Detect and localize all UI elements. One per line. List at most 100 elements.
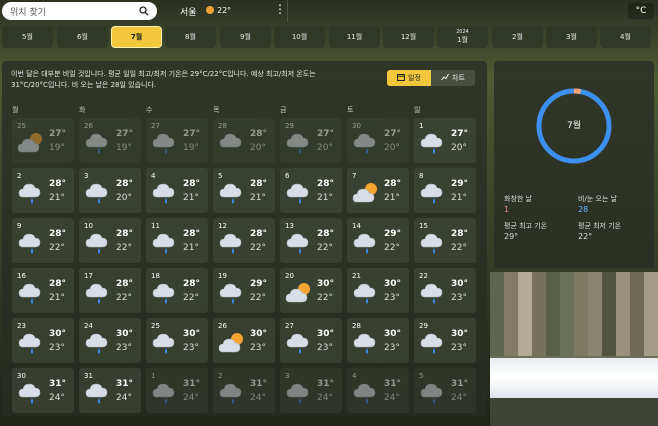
day-cell[interactable]: 4 31° 24°: [347, 368, 409, 413]
rain-icon: [16, 229, 44, 255]
day-cell[interactable]: 21 30° 23°: [347, 268, 409, 313]
tab-month-1[interactable]: 5월: [2, 26, 53, 48]
rain-icon: [150, 279, 178, 305]
search-box[interactable]: 위치 찾기: [2, 2, 157, 20]
day-cell[interactable]: 23 30° 23°: [12, 318, 74, 363]
day-cell[interactable]: 1 27° 20°: [414, 118, 476, 163]
low-temp: 23°: [250, 343, 266, 353]
low-temp: 22°: [451, 243, 467, 253]
high-temp: 31°: [49, 379, 67, 389]
mosaic-block: [630, 272, 644, 286]
day-cell[interactable]: 28 28° 20°: [213, 118, 275, 163]
day-cell[interactable]: 8 29° 21°: [414, 168, 476, 213]
low-temp: 21°: [451, 193, 467, 203]
mosaic-block: [616, 314, 630, 328]
chart-view-button[interactable]: 차트: [431, 70, 475, 86]
mosaic-block: [504, 272, 518, 286]
rain-icon: [83, 179, 111, 205]
rain-icon: [16, 179, 44, 205]
high-temp: 31°: [317, 379, 335, 389]
tab-label: 5월: [22, 33, 33, 41]
day-cell[interactable]: 27 30° 23°: [280, 318, 342, 363]
day-cell[interactable]: 2 28° 21°: [12, 168, 74, 213]
day-cell[interactable]: 1 31° 24°: [146, 368, 208, 413]
more-options-icon[interactable]: ⋮: [274, 3, 286, 15]
mosaic-block: [546, 342, 560, 356]
day-cell[interactable]: 30 31° 24°: [12, 368, 74, 413]
day-cell[interactable]: 2 31° 24°: [213, 368, 275, 413]
day-cell[interactable]: 9 28° 22°: [12, 218, 74, 263]
day-cell[interactable]: 24 30° 23°: [79, 318, 141, 363]
tab-month-7[interactable]: 11월: [329, 26, 380, 48]
tab-month-8[interactable]: 12월: [383, 26, 434, 48]
tab-label: 7월: [130, 33, 143, 41]
low-temp: 22°: [384, 243, 400, 253]
day-cell[interactable]: 22 30° 23°: [414, 268, 476, 313]
tab-month-3[interactable]: 7월: [111, 26, 162, 48]
tab-month-9[interactable]: 2024 1월: [437, 26, 488, 48]
low-temp: 24°: [451, 393, 467, 403]
chart-icon: [441, 73, 449, 83]
day-cell[interactable]: 25 27° 19°: [12, 118, 74, 163]
day-cell[interactable]: 7 28° 21°: [347, 168, 409, 213]
high-temp: 30°: [183, 329, 201, 339]
day-cell[interactable]: 13 28° 22°: [280, 218, 342, 263]
mosaic-block: [560, 314, 574, 328]
tab-month-6[interactable]: 10월: [274, 26, 325, 48]
day-cell[interactable]: 11 28° 21°: [146, 218, 208, 263]
day-cell[interactable]: 30 27° 20°: [347, 118, 409, 163]
calendar-view-button[interactable]: 일정: [387, 70, 431, 86]
day-cell[interactable]: 18 28° 22°: [146, 268, 208, 313]
tab-month-5[interactable]: 9월: [220, 26, 271, 48]
stat-value: 1: [504, 205, 510, 214]
day-cell[interactable]: 28 30° 23°: [347, 318, 409, 363]
day-cell[interactable]: 27 27° 19°: [146, 118, 208, 163]
day-cell[interactable]: 16 28° 21°: [12, 268, 74, 313]
unit-toggle-button[interactable]: °C: [628, 3, 654, 19]
day-cell[interactable]: 29 27° 20°: [280, 118, 342, 163]
mosaic-block: [504, 286, 518, 300]
day-cell[interactable]: 20 30° 22°: [280, 268, 342, 313]
day-cell[interactable]: 14 29° 22°: [347, 218, 409, 263]
location-city[interactable]: 서울: [180, 5, 197, 18]
tab-month-2[interactable]: 6월: [57, 26, 108, 48]
day-cell[interactable]: 6 28° 21°: [280, 168, 342, 213]
day-cell[interactable]: 25 30° 23°: [146, 318, 208, 363]
rain-icon: [217, 229, 245, 255]
mosaic-block: [546, 314, 560, 328]
tab-month-10[interactable]: 2월: [492, 26, 543, 48]
search-icon[interactable]: [139, 6, 149, 16]
day-cell[interactable]: 12 28° 22°: [213, 218, 275, 263]
mosaic-block: [504, 328, 518, 342]
avg-low-stat: 평균 최저 기온 22°: [578, 221, 621, 241]
day-cell[interactable]: 17 28° 22°: [79, 268, 141, 313]
high-temp: 29°: [250, 279, 268, 289]
high-temp: 28°: [451, 229, 469, 239]
day-cell[interactable]: 3 28° 20°: [79, 168, 141, 213]
mosaic-block: [518, 314, 532, 328]
low-temp: 24°: [116, 393, 132, 403]
high-temp: 28°: [317, 179, 335, 189]
tab-month-12[interactable]: 4월: [600, 26, 651, 48]
day-cell[interactable]: 29 30° 23°: [414, 318, 476, 363]
day-cell[interactable]: 26 30° 23°: [213, 318, 275, 363]
tab-label: 11월: [346, 33, 363, 41]
high-temp: 28°: [183, 279, 201, 289]
tab-month-11[interactable]: 3월: [546, 26, 597, 48]
day-cell[interactable]: 15 28° 22°: [414, 218, 476, 263]
high-temp: 27°: [49, 129, 67, 139]
tab-month-4[interactable]: 8월: [165, 26, 216, 48]
search-input[interactable]: 위치 찾기: [10, 5, 139, 18]
day-cell[interactable]: 4 28° 21°: [146, 168, 208, 213]
low-temp: 24°: [384, 393, 400, 403]
pixelated-video-overlay[interactable]: [490, 272, 658, 426]
day-cell[interactable]: 5 31° 24°: [414, 368, 476, 413]
day-cell[interactable]: 5 28° 21°: [213, 168, 275, 213]
mosaic-block: [602, 286, 616, 300]
day-cell[interactable]: 3 31° 24°: [280, 368, 342, 413]
day-cell[interactable]: 31 31° 24°: [79, 368, 141, 413]
day-cell[interactable]: 10 28° 22°: [79, 218, 141, 263]
mosaic-block: [602, 314, 616, 328]
day-cell[interactable]: 26 27° 19°: [79, 118, 141, 163]
day-cell[interactable]: 19 29° 22°: [213, 268, 275, 313]
